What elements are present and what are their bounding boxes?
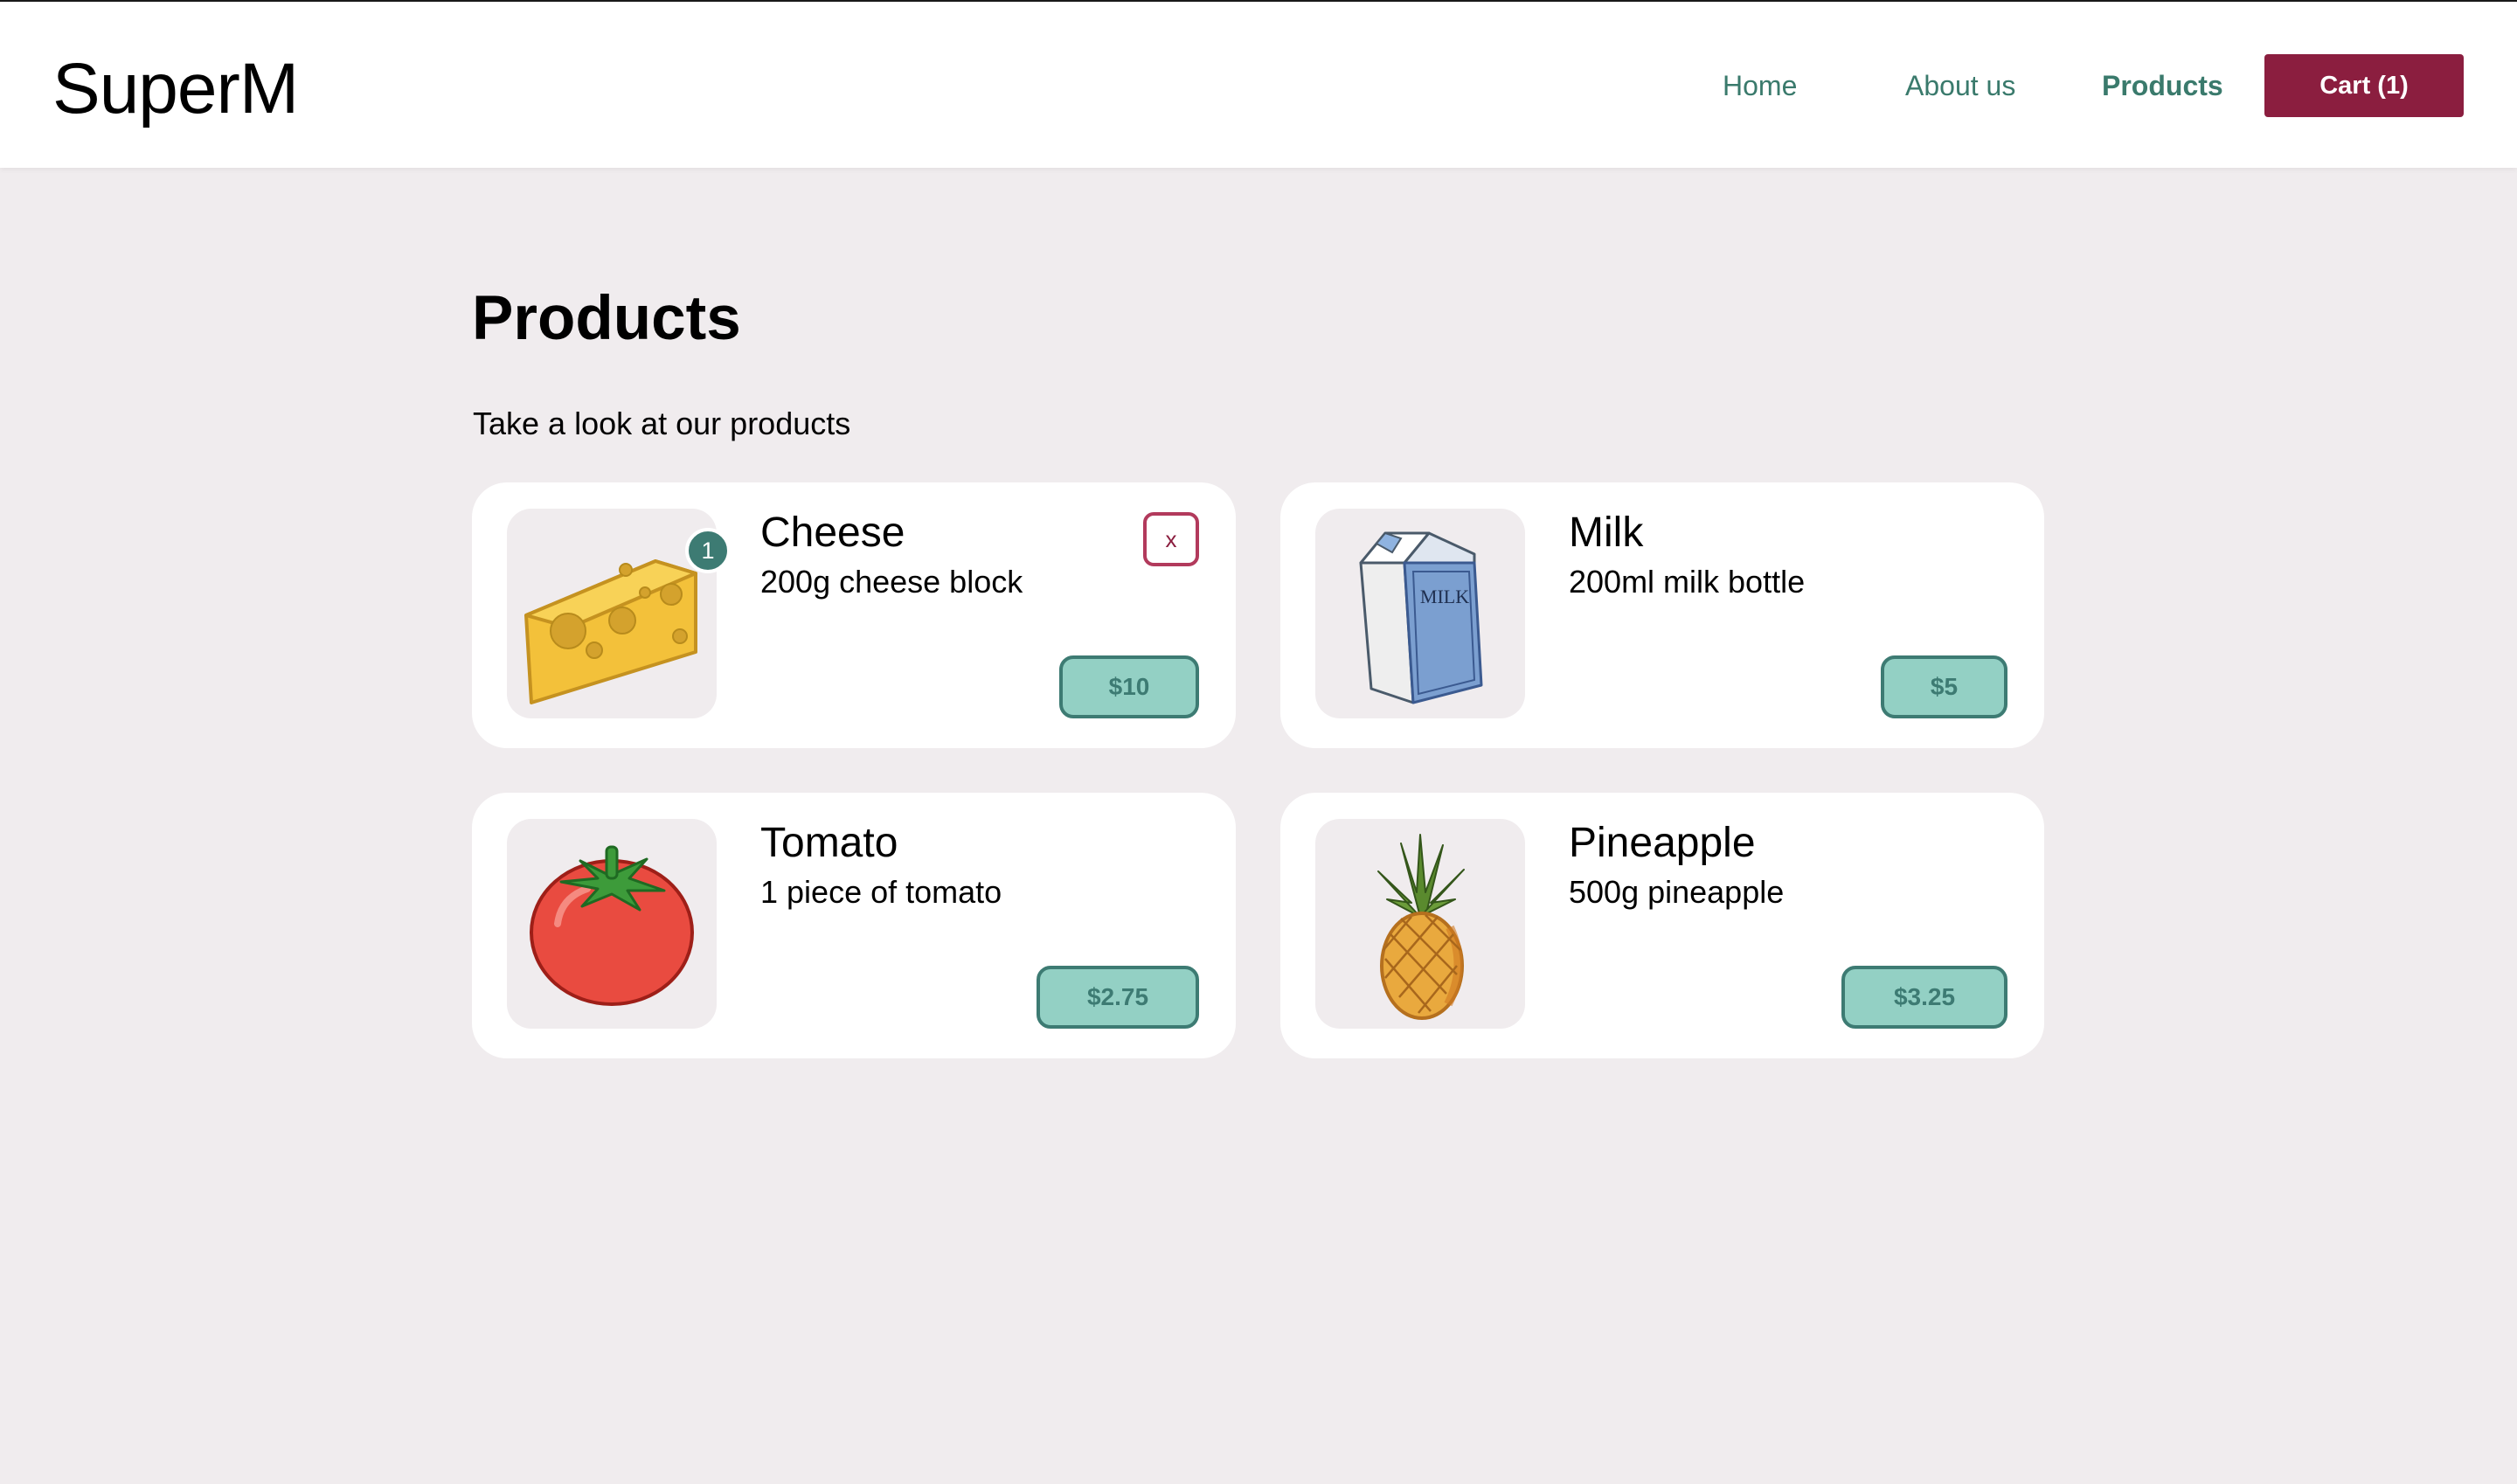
product-name: Milk <box>1569 510 1644 556</box>
cart-quantity-badge: 1 <box>685 528 731 573</box>
product-image: MILK <box>1315 509 1525 718</box>
cart-button[interactable]: Cart (1) <box>2264 54 2464 117</box>
nav-link-products[interactable]: Products <box>2102 68 2223 103</box>
product-image <box>507 509 717 718</box>
carton-label: MILK <box>1420 586 1469 607</box>
product-card-pineapple: Pineapple 500g pineapple $3.25 <box>1280 793 2044 1058</box>
product-description: 500g pineapple <box>1569 874 1785 910</box>
product-name: Cheese <box>760 510 905 556</box>
page-title: Products <box>472 284 741 353</box>
product-image <box>507 819 717 1029</box>
add-to-cart-price-button[interactable]: $2.75 <box>1037 966 1199 1029</box>
product-description: 1 piece of tomato <box>760 874 1002 910</box>
top-navbar: SuperM Home About us Products Cart (1) <box>0 2 2517 168</box>
product-card-milk: MILK Milk 200ml milk bottle $5 <box>1280 482 2044 748</box>
product-image <box>1315 819 1525 1029</box>
product-name: Pineapple <box>1569 820 1756 866</box>
add-to-cart-price-button[interactable]: $5 <box>1881 655 2007 718</box>
tomato-icon <box>530 845 694 1006</box>
product-card-tomato: Tomato 1 piece of tomato $2.75 <box>472 793 1236 1058</box>
pineapple-icon <box>1377 834 1465 1020</box>
product-description: 200ml milk bottle <box>1569 564 1806 600</box>
remove-from-cart-button[interactable]: x <box>1143 512 1199 566</box>
cheese-icon <box>524 559 697 704</box>
nav-link-home[interactable]: Home <box>1723 68 1797 103</box>
milk-carton-icon: MILK <box>1359 531 1483 704</box>
add-to-cart-price-button[interactable]: $10 <box>1059 655 1199 718</box>
nav-link-about[interactable]: About us <box>1905 68 2015 103</box>
product-name: Tomato <box>760 820 898 866</box>
product-description: 200g cheese block <box>760 564 1023 600</box>
product-card-cheese: 1 Cheese 200g cheese block x $10 <box>472 482 1236 748</box>
page-subtitle: Take a look at our products <box>473 406 851 441</box>
brand-logo[interactable]: SuperM <box>52 47 299 131</box>
add-to-cart-price-button[interactable]: $3.25 <box>1841 966 2007 1029</box>
